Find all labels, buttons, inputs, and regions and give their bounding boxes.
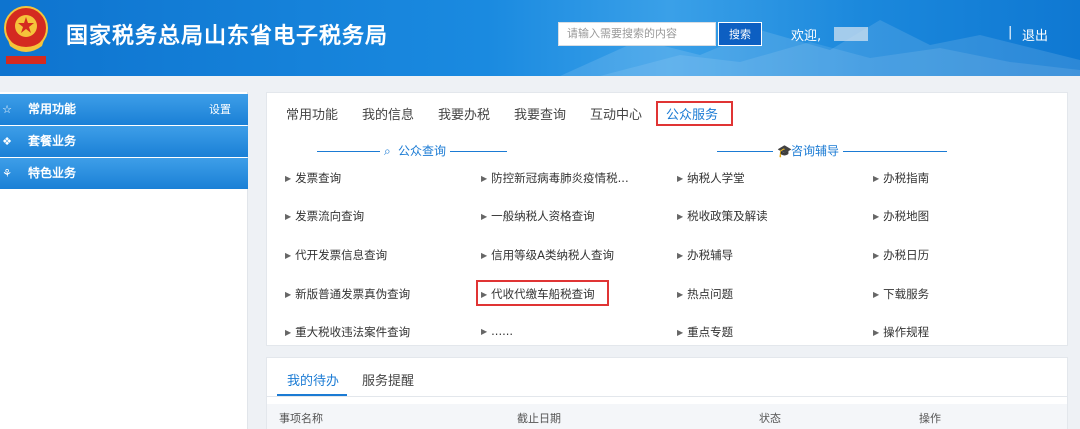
- caret-right-icon: ▶: [285, 251, 292, 260]
- layers-icon: ❖: [2, 135, 12, 148]
- highlight-box-link: [476, 280, 609, 306]
- highlight-box-tab: [656, 101, 733, 126]
- service-link[interactable]: ▶ 办税日历: [873, 247, 929, 263]
- sidebar: ☆ 常用功能 设置 ❖ 套餐业务 ⚘ 特色业务: [0, 92, 248, 429]
- tab-interaction[interactable]: 互动中心: [590, 104, 642, 123]
- tab-my-info[interactable]: 我的信息: [362, 104, 414, 123]
- caret-right-icon: ▶: [481, 212, 488, 221]
- logout-link[interactable]: 退出: [1022, 25, 1048, 44]
- sidebar-item-label: 套餐业务: [28, 134, 77, 148]
- service-link[interactable]: ▶ 重点专题: [677, 324, 733, 340]
- service-link[interactable]: ▶ 重大税收违法案件查询: [285, 324, 410, 340]
- site-title: 国家税务总局山东省电子税务局: [66, 24, 389, 49]
- tab-common[interactable]: 常用功能: [286, 104, 338, 123]
- sidebar-item-special[interactable]: ⚘ 特色业务: [0, 158, 248, 189]
- column-header-item: 事项名称: [279, 412, 323, 425]
- caret-right-icon: ▶: [285, 328, 292, 337]
- service-link[interactable]: ▶ 热点问题: [677, 286, 733, 302]
- search-button[interactable]: 搜索: [718, 22, 762, 46]
- grid-icon: ⚘: [2, 167, 12, 180]
- caret-right-icon: ▶: [873, 174, 880, 183]
- services-panel: 常用功能 我的信息 我要办税 我要查询 互动中心 公众服务 ⌕ 公众查询 🎓咨询辅…: [266, 92, 1068, 346]
- caret-right-icon: ▶: [677, 328, 684, 337]
- service-link[interactable]: ▶ 纳税人学堂: [677, 170, 745, 186]
- caret-right-icon: ▶: [873, 328, 880, 337]
- caret-right-icon: ▶: [677, 174, 684, 183]
- service-link[interactable]: ▶ 一般纳税人资格查询: [481, 208, 595, 224]
- divider: [267, 396, 1067, 397]
- welcome-text: 欢迎,: [791, 29, 822, 44]
- caret-right-icon: ▶: [481, 251, 488, 260]
- username-mask: [834, 27, 868, 41]
- search-input[interactable]: 请输入需要搜索的内容: [558, 22, 716, 46]
- search-icon: ⌕: [384, 144, 391, 158]
- column-header-action: 操作: [919, 412, 941, 425]
- service-link[interactable]: ▶ 办税辅导: [677, 247, 733, 263]
- caret-right-icon: ▶: [481, 327, 488, 336]
- caret-right-icon: ▶: [677, 251, 684, 260]
- service-link[interactable]: ▶......: [481, 324, 513, 338]
- sidebar-item-label: 特色业务: [28, 166, 77, 180]
- service-link[interactable]: ▶ 防控新冠病毒肺炎疫情税...: [481, 170, 629, 186]
- service-link[interactable]: ▶ 发票查询: [285, 170, 341, 186]
- tab-query[interactable]: 我要查询: [514, 104, 566, 123]
- sidebar-item-label: 常用功能: [28, 102, 77, 116]
- star-icon: ☆: [2, 103, 12, 116]
- caret-right-icon: ▶: [481, 174, 488, 183]
- todo-table-header: 事项名称 截止日期 状态 操作: [267, 404, 1067, 429]
- column-header-status: 状态: [759, 412, 781, 425]
- sidebar-item-common[interactable]: ☆ 常用功能 设置: [0, 94, 248, 125]
- caret-right-icon: ▶: [677, 212, 684, 221]
- header-separator: |: [1008, 25, 1013, 40]
- caret-right-icon: ▶: [285, 290, 292, 299]
- service-link[interactable]: ▶ 税收政策及解读: [677, 208, 768, 224]
- tab-service-reminder[interactable]: 服务提醒: [362, 370, 414, 389]
- graduation-cap-icon: 🎓: [777, 144, 792, 158]
- sidebar-settings-link[interactable]: 设置: [209, 94, 231, 125]
- tab-tax-handling[interactable]: 我要办税: [438, 104, 490, 123]
- service-link[interactable]: ▶ 办税地图: [873, 208, 929, 224]
- service-link[interactable]: ▶ 办税指南: [873, 170, 929, 186]
- caret-right-icon: ▶: [677, 290, 684, 299]
- caret-right-icon: ▶: [873, 251, 880, 260]
- tab-my-todo[interactable]: 我的待办: [287, 370, 339, 389]
- caret-right-icon: ▶: [873, 290, 880, 299]
- site-header: 国家税务总局山东省电子税务局 请输入需要搜索的内容 搜索 欢迎, | 退出: [0, 0, 1080, 76]
- todo-panel: 我的待办 服务提醒 事项名称 截止日期 状态 操作: [266, 357, 1068, 429]
- caret-right-icon: ▶: [285, 174, 292, 183]
- service-link[interactable]: ▶ 发票流向查询: [285, 208, 364, 224]
- caret-right-icon: ▶: [285, 212, 292, 221]
- service-link[interactable]: ▶ 新版普通发票真伪查询: [285, 286, 410, 302]
- service-link[interactable]: ▶ 操作规程: [873, 324, 929, 340]
- sidebar-item-package[interactable]: ❖ 套餐业务: [0, 126, 248, 157]
- tax-emblem-icon: [4, 6, 48, 64]
- column-header-deadline: 截止日期: [517, 412, 561, 425]
- section-title-public-query: ⌕ 公众查询: [380, 142, 451, 159]
- service-link[interactable]: ▶ 信用等级A类纳税人查询: [481, 247, 614, 263]
- caret-right-icon: ▶: [873, 212, 880, 221]
- services-tabs: 常用功能 我的信息 我要办税 我要查询 互动中心 公众服务: [267, 93, 1067, 129]
- service-link[interactable]: ▶ 代开发票信息查询: [285, 247, 387, 263]
- section-title-consulting: 🎓咨询辅导: [773, 142, 844, 159]
- service-link[interactable]: ▶ 下载服务: [873, 286, 929, 302]
